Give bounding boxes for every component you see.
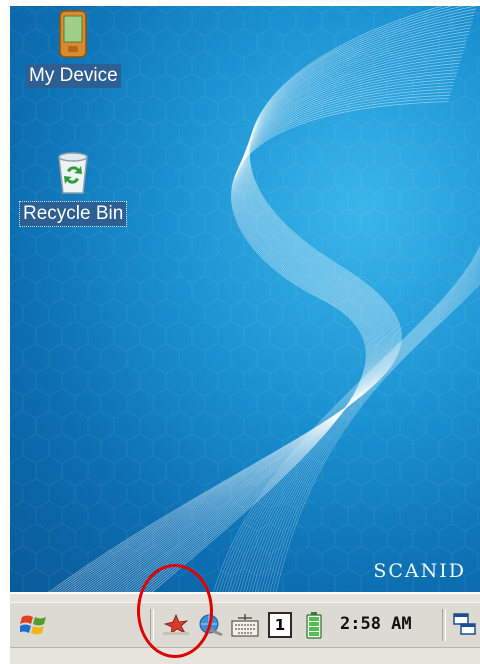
desktop-icon-recycle-bin[interactable]: Recycle Bin: [18, 148, 128, 227]
desktop-icon-my-device[interactable]: My Device: [26, 10, 121, 88]
tray-separator: [442, 609, 446, 641]
desktop-icon-label: My Device: [26, 64, 121, 88]
taskbar-strip: 1 2:58 AM: [10, 602, 480, 648]
show-desktop-button[interactable]: [450, 609, 480, 641]
keyboard-icon: [231, 614, 259, 637]
clock[interactable]: 2:58 AM: [340, 614, 412, 634]
pda-device-icon: [51, 10, 95, 58]
input-mode-indicator[interactable]: 1: [266, 609, 294, 641]
input-panel-button[interactable]: [228, 609, 262, 641]
desktop[interactable]: My Device Recycle Bin SCANID: [10, 6, 480, 592]
screen: My Device Recycle Bin SCANID 1 2:58 AM: [0, 0, 480, 664]
desktop-icon-label: Recycle Bin: [18, 201, 128, 227]
windows-flag-icon: [20, 615, 46, 635]
wallpaper: [10, 6, 480, 592]
start-button[interactable]: [12, 605, 56, 645]
network-star-icon: [163, 613, 189, 635]
desktop-icon: [453, 613, 476, 635]
recycle-bin-icon: [51, 148, 95, 196]
taskbar: 1 2:58 AM: [10, 592, 480, 664]
network-status-icon[interactable]: [160, 609, 192, 641]
tray-separator: [150, 609, 154, 641]
battery-status[interactable]: [300, 609, 328, 641]
brand-logo: SCANID: [373, 560, 466, 582]
input-mode-icon: 1: [268, 612, 292, 638]
battery-icon: [306, 612, 322, 639]
connectivity-globe-icon: [199, 614, 223, 636]
connectivity-status[interactable]: [194, 609, 226, 641]
